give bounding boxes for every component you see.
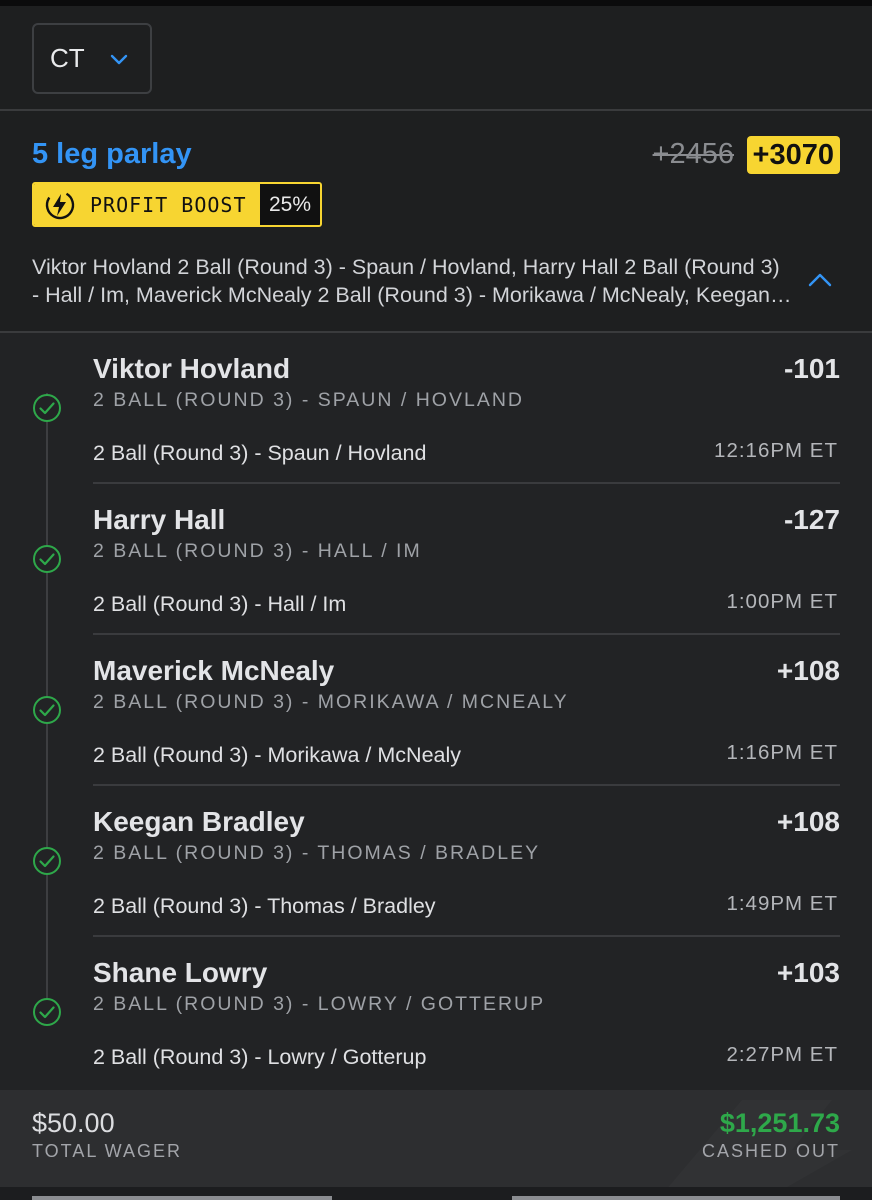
profit-boost-percent: 25% (260, 184, 320, 225)
profit-boost-badge: PROFIT BOOST 25% (32, 182, 322, 227)
leg-event: 2 Ball (Round 3) - Spaun / Hovland (93, 441, 427, 465)
total-wager-label: TOTAL WAGER (32, 1141, 183, 1161)
cutoff-text-fragment (512, 1196, 840, 1200)
chevron-up-icon[interactable] (807, 271, 833, 289)
leg-odds: -127 (783, 504, 840, 535)
leg-market: 2 BALL (ROUND 3) - SPAUN / HOVLAND (93, 389, 524, 411)
leg-market: 2 BALL (ROUND 3) - MORIKAWA / MCNEALY (93, 691, 569, 713)
leg-event: 2 Ball (Round 3) - Hall / Im (93, 592, 347, 616)
cashed-out-amount: $1,251.73 (719, 1108, 840, 1138)
leg-time: 12:16PM ET (714, 439, 838, 462)
parlay-summary: Viktor Hovland 2 Ball (Round 3) - Spaun … (32, 255, 780, 307)
top-status-strip (0, 0, 872, 6)
boosted-odds: +3070 (746, 136, 840, 174)
leg-time: 1:16PM ET (726, 741, 838, 764)
leg-selection: Keegan Bradley (93, 806, 305, 837)
leg-market: 2 BALL (ROUND 3) - LOWRY / GOTTERUP (93, 993, 546, 1015)
total-wager-amount: $50.00 (32, 1108, 115, 1138)
cashed-out-label: CASHED OUT (701, 1141, 840, 1161)
profit-boost-label: PROFIT BOOST (90, 192, 247, 217)
leg-odds: +103 (776, 957, 840, 988)
state-selector-value: CT (50, 43, 85, 73)
leg-odds: +108 (776, 806, 840, 837)
leg-selection: Harry Hall (93, 504, 226, 535)
leg-market: 2 BALL (ROUND 3) - HALL / IM (93, 540, 422, 562)
chevron-down-icon (110, 54, 128, 65)
parlay-title: 5 leg parlay (32, 138, 192, 170)
leg-event: 2 Ball (Round 3) - Thomas / Bradley (93, 894, 436, 918)
leg-time: 1:49PM ET (726, 892, 838, 915)
leg-selection: Maverick McNealy (93, 655, 335, 686)
leg-row[interactable]: Harry Hall -127 2 BALL (ROUND 3) - HALL … (0, 484, 872, 635)
leg-time: 2:27PM ET (726, 1043, 838, 1066)
state-selector[interactable]: CT (32, 23, 152, 94)
profit-boost-label-area: PROFIT BOOST (34, 184, 260, 225)
check-circle-icon (33, 545, 61, 573)
leg-event: 2 Ball (Round 3) - Morikawa / McNealy (93, 743, 462, 767)
leg-row[interactable]: Keegan Bradley +108 2 BALL (ROUND 3) - T… (0, 786, 872, 937)
check-circle-icon (33, 696, 61, 724)
leg-selection: Viktor Hovland (93, 353, 291, 384)
leg-market: 2 BALL (ROUND 3) - THOMAS / BRADLEY (93, 842, 541, 864)
leg-time: 1:00PM ET (726, 590, 838, 613)
leg-row[interactable]: Viktor Hovland -101 2 BALL (ROUND 3) - S… (0, 333, 872, 484)
leg-odds: +108 (776, 655, 840, 686)
check-circle-icon (33, 998, 61, 1026)
cutoff-text-fragment (32, 1196, 332, 1200)
bet-footer: $50.00 TOTAL WAGER $1,251.73 CASHED OUT (0, 1090, 872, 1200)
legs-panel: Viktor Hovland -101 2 BALL (ROUND 3) - S… (0, 333, 872, 1090)
check-circle-icon (33, 847, 61, 875)
lightning-bolt-icon (45, 190, 75, 219)
leg-odds: -101 (783, 353, 840, 384)
leg-selection: Shane Lowry (93, 957, 268, 988)
bottom-cutoff-strip (0, 1187, 872, 1200)
original-odds: +2456 (652, 138, 734, 170)
leg-event: 2 Ball (Round 3) - Lowry / Gotterup (93, 1045, 427, 1069)
leg-row[interactable]: Maverick McNealy +108 2 BALL (ROUND 3) -… (0, 635, 872, 786)
check-circle-icon (33, 394, 61, 422)
divider (0, 109, 872, 111)
leg-row[interactable]: Shane Lowry +103 2 BALL (ROUND 3) - LOWR… (0, 937, 872, 1088)
